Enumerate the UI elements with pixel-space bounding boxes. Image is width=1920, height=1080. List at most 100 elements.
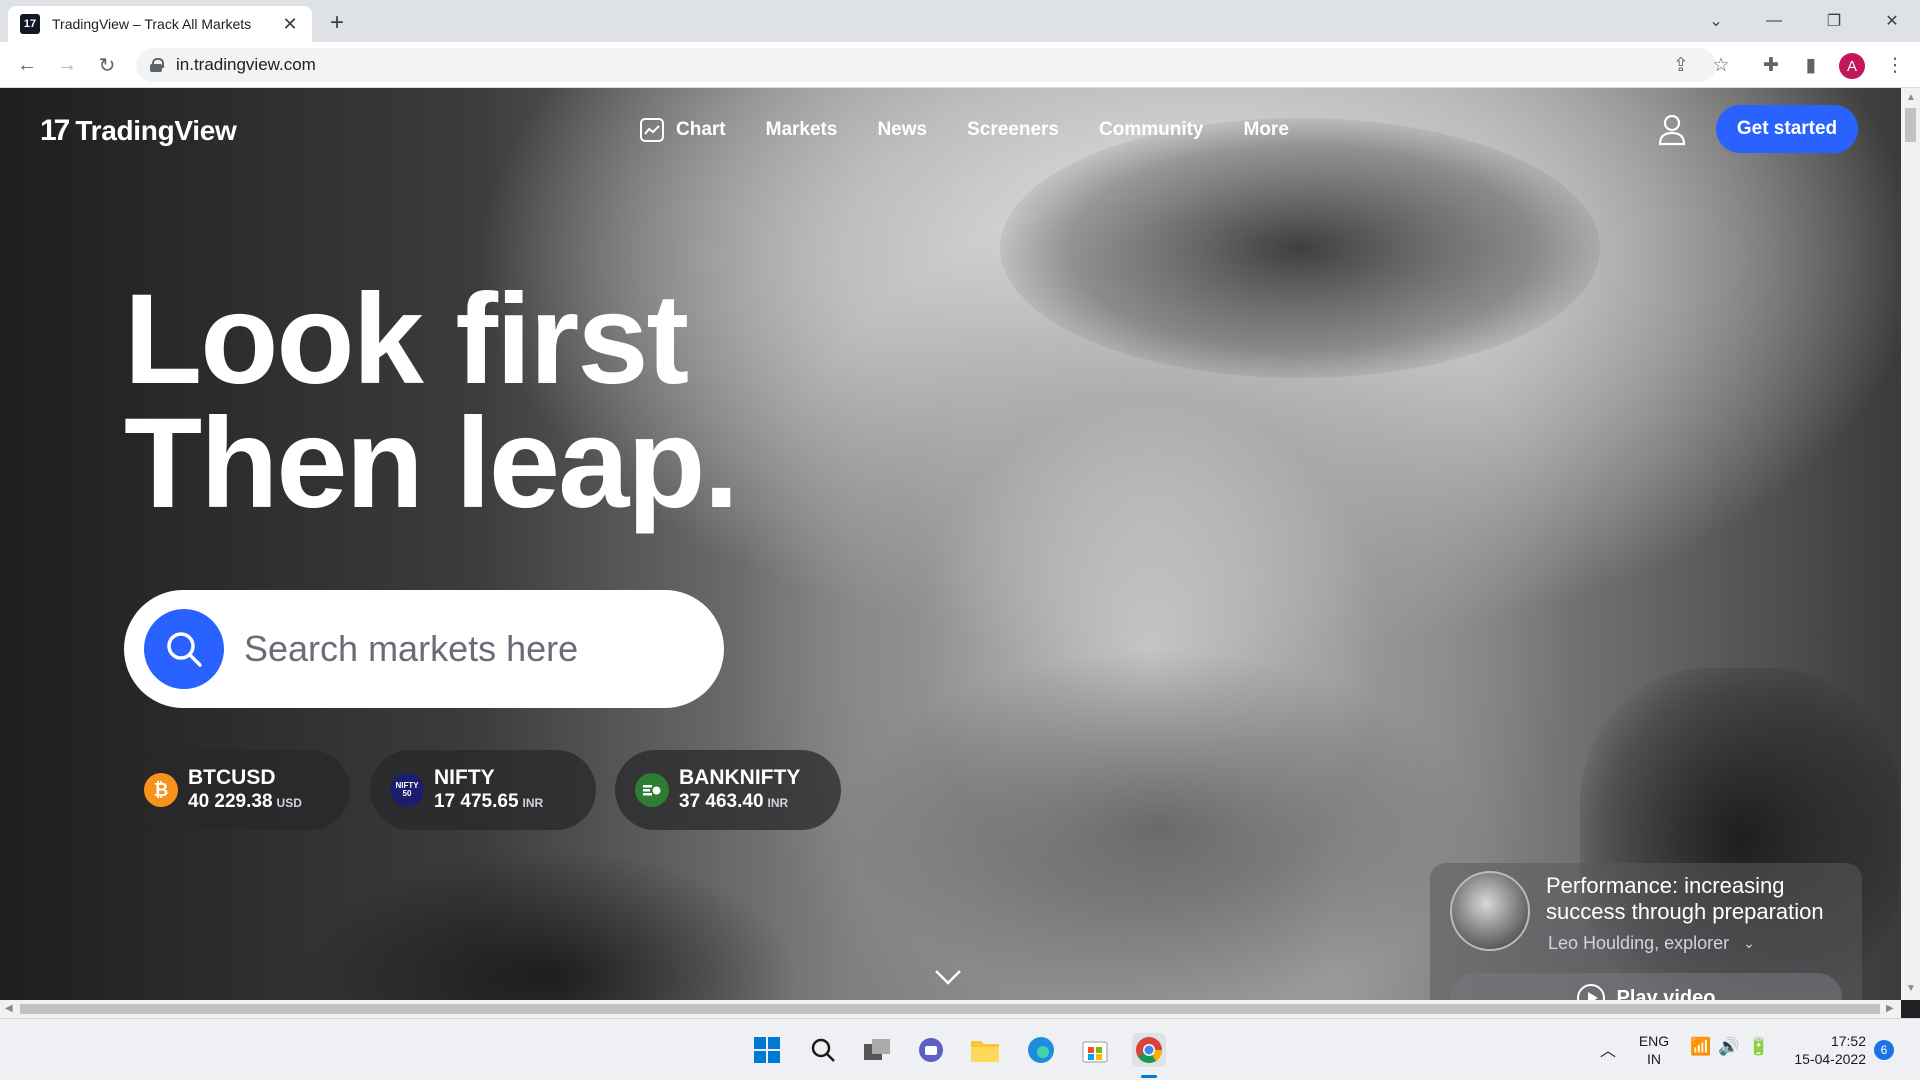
- video-author[interactable]: Leo Houlding, explorer ⌄: [1548, 933, 1755, 954]
- show-hidden-icons-chevron-icon[interactable]: ︿: [1600, 1037, 1616, 1061]
- headline-line-1: Look first: [124, 268, 689, 411]
- chrome-icon[interactable]: [1132, 1033, 1166, 1067]
- side-panel-icon[interactable]: ▮: [1796, 50, 1826, 80]
- hero-photo-shade: [840, 648, 1480, 1000]
- file-explorer-icon[interactable]: [968, 1033, 1002, 1067]
- nav-more[interactable]: More: [1244, 119, 1289, 141]
- clock-date: 15-04-2022: [1794, 1051, 1866, 1067]
- region-code: IN: [1647, 1051, 1661, 1067]
- nifty-50-icon: NIFTY 50: [390, 773, 424, 807]
- search-icon[interactable]: [144, 609, 224, 689]
- horizontal-scrollbar[interactable]: ◀ ▶: [0, 1000, 1901, 1018]
- chevron-down-icon: ⌄: [1743, 935, 1755, 951]
- play-video-button[interactable]: Play video: [1450, 973, 1842, 1000]
- omnibox[interactable]: in.tradingview.com: [136, 48, 1716, 82]
- speaker-avatar: [1450, 871, 1530, 951]
- browser-tab-bar: 17 TradingView – Track All Markets ✕ + ⌄…: [0, 0, 1920, 42]
- scroll-down-arrow-icon[interactable]: ▼: [1906, 983, 1916, 994]
- clock-time: 17:52: [1830, 1033, 1866, 1049]
- wifi-icon[interactable]: 📶: [1690, 1037, 1711, 1057]
- play-video-label: Play video: [1616, 986, 1716, 1001]
- task-view-icon[interactable]: [860, 1033, 894, 1067]
- scroll-up-arrow-icon[interactable]: ▲: [1906, 92, 1916, 103]
- ticker-symbol: NIFTY: [434, 765, 495, 789]
- hero-headline: Look first Then leap.: [124, 268, 739, 535]
- market-search-box[interactable]: Search markets here: [124, 590, 724, 708]
- ticker-btcusd[interactable]: ₿ BTCUSD 40 229.38 USD: [124, 750, 350, 830]
- search-taskbar-icon[interactable]: [806, 1033, 840, 1067]
- nav-markets[interactable]: Markets: [766, 119, 838, 141]
- edge-browser-icon[interactable]: [1024, 1033, 1058, 1067]
- microsoft-store-icon[interactable]: [1078, 1033, 1112, 1067]
- get-started-button[interactable]: Get started: [1716, 105, 1858, 153]
- ticker-symbol: BTCUSD: [188, 765, 276, 789]
- new-tab-button[interactable]: +: [322, 8, 352, 38]
- video-title: Performance: increasing success through …: [1546, 873, 1824, 924]
- ticker-currency: INR: [522, 795, 544, 810]
- scroll-down-chevron-icon[interactable]: [934, 968, 962, 986]
- reload-icon[interactable]: ↻: [92, 50, 122, 80]
- battery-icon[interactable]: 🔋: [1748, 1037, 1769, 1057]
- chart-icon: [640, 118, 664, 142]
- tab-title: TradingView – Track All Markets: [52, 16, 252, 32]
- url-text[interactable]: in.tradingview.com: [176, 55, 316, 75]
- ticker-symbol: BANKNIFTY: [679, 765, 801, 789]
- minimize-button[interactable]: —: [1752, 4, 1796, 38]
- main-nav: Chart Markets News Screeners Community M…: [640, 118, 1329, 142]
- clock[interactable]: 17:52 15-04-2022: [1780, 1032, 1866, 1068]
- nav-screeners[interactable]: Screeners: [967, 119, 1059, 141]
- nav-news[interactable]: News: [877, 119, 927, 141]
- scroll-left-arrow-icon[interactable]: ◀: [5, 1003, 13, 1014]
- profile-avatar[interactable]: A: [1839, 53, 1865, 79]
- windows-start-icon[interactable]: [750, 1033, 784, 1067]
- vertical-scroll-thumb[interactable]: [1905, 108, 1916, 142]
- ticker-value: 40 229.38: [188, 790, 273, 812]
- browser-menu-icon[interactable]: ⋮: [1880, 50, 1910, 80]
- close-window-button[interactable]: ✕: [1870, 4, 1914, 38]
- tab-close-icon[interactable]: ✕: [280, 14, 300, 35]
- share-icon[interactable]: ⇪: [1666, 50, 1696, 80]
- tradingview-logo[interactable]: 17 TradingView: [40, 114, 237, 148]
- play-icon: [1576, 984, 1605, 1000]
- nav-label: Chart: [676, 119, 726, 140]
- teams-chat-icon[interactable]: [914, 1033, 948, 1067]
- windows-taskbar: ︿ ENG IN 📶 🔊 🔋 17:52 15-04-2022: [0, 1018, 1920, 1080]
- lock-icon: [150, 58, 164, 72]
- video-card: Performance: increasing success through …: [1430, 863, 1862, 1000]
- restore-button[interactable]: ❐: [1812, 4, 1856, 38]
- bitcoin-icon: ₿: [144, 773, 178, 807]
- language-code: ENG: [1638, 1033, 1670, 1049]
- vertical-scrollbar[interactable]: ▲ ▼: [1901, 88, 1920, 1000]
- horizontal-scroll-thumb[interactable]: [20, 1004, 1880, 1014]
- tradingview-favicon-icon: 17: [20, 14, 40, 34]
- tradingview-logo-icon: 17: [40, 114, 70, 147]
- notification-badge[interactable]: 6: [1874, 1040, 1894, 1060]
- tab-search-chevron-icon[interactable]: ⌄: [1694, 4, 1738, 38]
- hero-photo-shade: [1000, 118, 1600, 378]
- logo-text: TradingView: [75, 115, 237, 146]
- ticker-value: 17 475.65: [434, 790, 519, 812]
- nav-community[interactable]: Community: [1099, 119, 1204, 141]
- page-viewport: 17 TradingView Chart Markets News Screen…: [0, 88, 1901, 1000]
- bank-icon: [635, 773, 669, 807]
- language-indicator[interactable]: ENG IN: [1630, 1032, 1678, 1068]
- search-input[interactable]: Search markets here: [244, 628, 578, 670]
- headline-line-2: Then leap.: [124, 392, 739, 535]
- ticker-value: 37 463.40: [679, 790, 764, 812]
- ticker-currency: USD: [276, 795, 302, 810]
- nav-chart[interactable]: Chart: [640, 118, 726, 142]
- browser-tab[interactable]: 17 TradingView – Track All Markets ✕: [8, 6, 312, 42]
- extensions-puzzle-icon[interactable]: ✚: [1756, 50, 1786, 80]
- ticker-banknifty[interactable]: BANKNIFTY 37 463.40 INR: [615, 750, 841, 830]
- ticker-currency: INR: [767, 795, 789, 810]
- author-name: Leo Houlding, explorer: [1548, 933, 1730, 953]
- back-arrow-icon[interactable]: ←: [12, 50, 42, 80]
- ticker-nifty[interactable]: NIFTY 50 NIFTY 17 475.65 INR: [370, 750, 596, 830]
- browser-address-bar: ← → ↻ in.tradingview.com ⇪ ☆ ✚ ▮ A ⋮: [0, 42, 1920, 88]
- volume-icon[interactable]: 🔊: [1718, 1037, 1739, 1057]
- forward-arrow-icon[interactable]: →: [52, 50, 82, 80]
- bookmark-star-icon[interactable]: ☆: [1706, 50, 1736, 80]
- active-app-indicator: [1141, 1075, 1157, 1078]
- user-account-icon[interactable]: [1658, 114, 1686, 146]
- scroll-right-arrow-icon[interactable]: ▶: [1886, 1003, 1894, 1014]
